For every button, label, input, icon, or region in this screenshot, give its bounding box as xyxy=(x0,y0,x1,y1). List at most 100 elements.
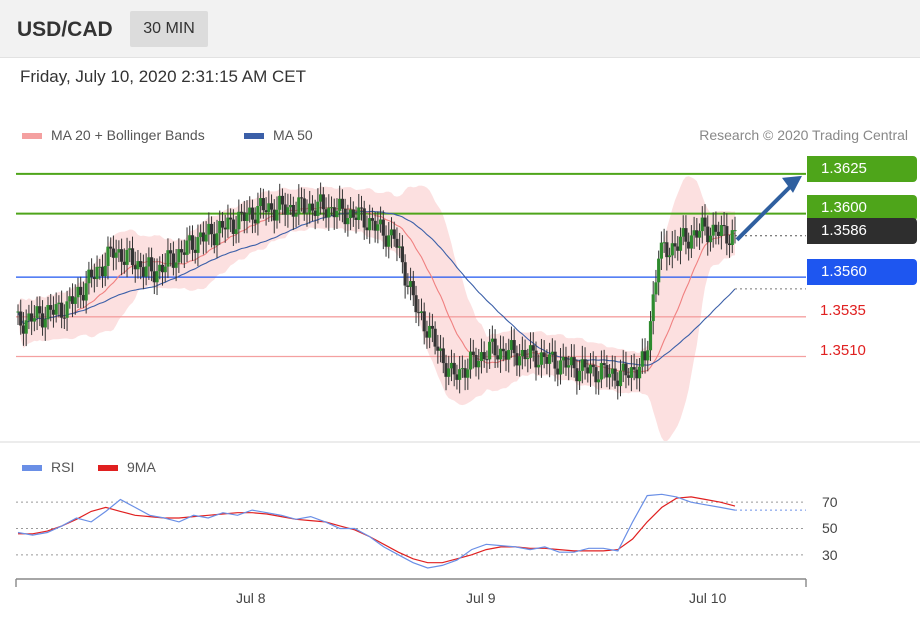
candle-body-down xyxy=(362,208,366,228)
candle-body-up xyxy=(468,351,473,370)
candle-body-down xyxy=(70,296,75,304)
candle-body-down xyxy=(261,198,265,211)
candle-body-up xyxy=(234,229,238,234)
candle-body-up xyxy=(580,359,584,371)
candle-body-up xyxy=(84,283,88,301)
candle-body-down xyxy=(441,348,445,364)
candle-body-down xyxy=(482,352,486,360)
candle-body-up xyxy=(27,313,31,321)
candle-body-up xyxy=(73,297,77,304)
candle-body-up xyxy=(308,203,312,213)
candle-body-up xyxy=(32,318,36,322)
candle-body-down xyxy=(130,248,135,266)
candle-body-up xyxy=(419,311,424,313)
candle-body-down xyxy=(212,234,216,246)
candle-body-up xyxy=(621,363,625,371)
candle-body-up xyxy=(106,246,110,266)
candle-body-down xyxy=(586,367,590,374)
panel-separator xyxy=(0,441,920,443)
chart-canvas xyxy=(15,172,807,587)
rsi-ma-line xyxy=(18,496,736,564)
candle-body-up xyxy=(199,232,203,238)
x-tick-jul9: Jul 9 xyxy=(466,590,496,606)
candle-body-down xyxy=(400,246,404,263)
candle-body-down xyxy=(695,230,699,238)
candle-body-up xyxy=(346,218,350,225)
candle-body-up xyxy=(488,341,492,360)
candle-body-down xyxy=(624,363,628,376)
candle-body-up xyxy=(256,206,260,224)
candle-body-up xyxy=(697,231,702,238)
candle-body-down xyxy=(242,212,246,221)
candle-body-down xyxy=(531,345,535,351)
rsi-ma-legend-swatch xyxy=(98,465,118,471)
candle-body-down xyxy=(684,228,688,242)
candle-body-up xyxy=(692,230,696,236)
candle-body-down xyxy=(572,357,576,369)
candle-body-down xyxy=(411,281,415,296)
candle-body-down xyxy=(264,210,268,213)
candle-body-down xyxy=(556,368,560,375)
candle-body-up xyxy=(387,235,391,247)
candle-body-down xyxy=(504,351,508,360)
candle-body-down xyxy=(444,363,448,377)
candle-body-up xyxy=(646,350,650,361)
candle-body-up xyxy=(389,229,394,236)
candle-body-up xyxy=(681,228,685,237)
candle-body-up xyxy=(561,356,565,361)
candle-body-up xyxy=(177,249,181,263)
candle-body-up xyxy=(155,271,159,283)
candle-body-up xyxy=(498,348,503,360)
candle-body-up xyxy=(163,266,167,273)
candle-body-down xyxy=(422,311,426,332)
candle-body-down xyxy=(223,227,227,230)
candle-body-down xyxy=(392,229,396,239)
candle-body-down xyxy=(605,365,609,378)
candle-body-down xyxy=(436,346,440,351)
candle-body-up xyxy=(166,250,170,267)
candle-body-up xyxy=(278,195,282,210)
candle-body-down xyxy=(613,368,617,381)
candle-body-down xyxy=(332,207,336,218)
candle-body-up xyxy=(618,370,623,387)
candle-body-up xyxy=(43,319,47,328)
candle-body-up xyxy=(438,348,443,351)
candle-body-down xyxy=(627,375,631,378)
candle-body-down xyxy=(283,204,287,215)
candle-body-up xyxy=(185,240,189,255)
candle-body-up xyxy=(651,294,655,322)
candle-body-up xyxy=(376,224,380,231)
candle-body-up xyxy=(294,214,298,217)
rsi-legend-swatch xyxy=(22,465,42,471)
candle-body-down xyxy=(231,219,235,234)
candle-body-down xyxy=(381,219,385,236)
candle-body-down xyxy=(414,295,418,313)
candle-body-up xyxy=(237,211,241,230)
candle-body-up xyxy=(730,230,734,246)
candle-body-up xyxy=(218,221,222,234)
candle-body-up xyxy=(95,266,99,280)
candle-body-up xyxy=(57,302,61,305)
candle-body-up xyxy=(87,269,91,284)
candle-body-down xyxy=(141,267,146,277)
candle-body-down xyxy=(616,380,620,387)
candle-body-up xyxy=(567,365,571,368)
candle-body-up xyxy=(733,230,737,232)
candle-body-down xyxy=(122,261,126,265)
candle-body-down xyxy=(253,219,257,224)
candle-body-down xyxy=(395,238,399,248)
candle-body-down xyxy=(272,209,276,221)
candle-body-down xyxy=(79,286,83,295)
candle-body-up xyxy=(507,349,511,360)
candle-body-up xyxy=(196,237,200,253)
candle-body-up xyxy=(297,197,301,215)
candle-body-up xyxy=(520,349,524,357)
candle-body-up xyxy=(327,207,331,218)
candle-body-down xyxy=(594,367,598,383)
candle-body-down xyxy=(515,353,519,366)
candle-body-up xyxy=(267,203,271,213)
candle-body-up xyxy=(68,296,72,302)
candle-body-up xyxy=(98,266,102,268)
candle-body-up xyxy=(648,321,653,351)
candle-body-down xyxy=(302,198,306,214)
